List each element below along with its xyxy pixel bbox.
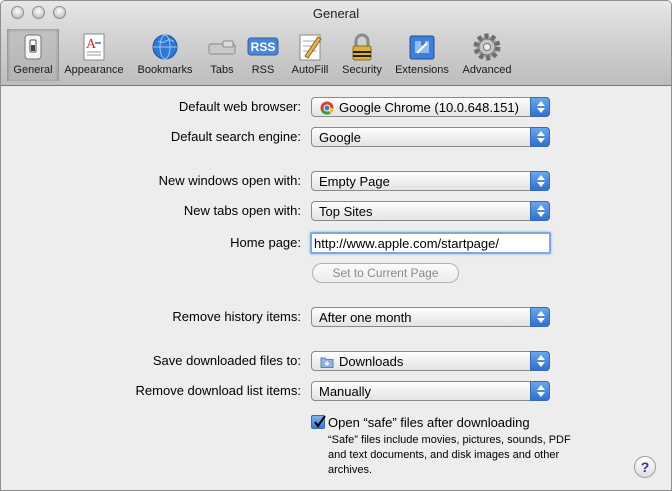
popup-arrows-icon: [530, 127, 550, 147]
toolbar-rss[interactable]: RSS RSS: [245, 29, 281, 81]
toolbar-general-label: General: [13, 64, 53, 76]
toolbar-bookmarks-label: Bookmarks: [137, 64, 193, 76]
home-page-field[interactable]: [310, 232, 551, 254]
toolbar-extensions-label: Extensions: [395, 64, 449, 76]
toolbar-appearance-label: Appearance: [64, 64, 124, 76]
remove-download-list-popup[interactable]: Manually: [311, 381, 550, 401]
save-downloads-popup[interactable]: Downloads: [311, 351, 550, 371]
lock-icon: [352, 33, 372, 61]
puzzle-icon: [409, 35, 435, 60]
search-engine-value: Google: [319, 130, 361, 145]
new-windows-popup[interactable]: Empty Page: [311, 171, 550, 191]
toolbar-advanced[interactable]: Advanced: [457, 29, 517, 81]
font-document-icon: A: [83, 33, 105, 61]
pencil-form-icon: [299, 34, 322, 61]
rss-badge-text: RSS: [251, 40, 276, 54]
new-tabs-label: New tabs open with:: [183, 203, 301, 218]
toolbar-appearance[interactable]: A Appearance: [60, 29, 128, 81]
window-title: General: [312, 6, 360, 21]
set-to-current-page-button[interactable]: Set to Current Page: [312, 263, 459, 283]
home-page-label: Home page:: [230, 235, 301, 250]
globe-icon: [152, 34, 178, 60]
switch-icon: [24, 34, 42, 60]
rss-icon: RSS: [247, 37, 279, 56]
remove-history-label: Remove history items:: [172, 309, 301, 324]
gear-icon: [473, 33, 501, 61]
toolbar-security[interactable]: Security: [338, 29, 386, 81]
remove-download-list-label: Remove download list items:: [135, 383, 301, 398]
default-browser-popup[interactable]: Google Chrome (10.0.648.151): [311, 97, 550, 117]
popup-arrows-icon: [530, 351, 550, 371]
toolbar-bookmarks[interactable]: Bookmarks: [131, 29, 199, 81]
toolbar-general[interactable]: General: [7, 29, 59, 81]
save-downloads-label: Save downloaded files to:: [152, 353, 301, 368]
remove-history-popup[interactable]: After one month: [311, 307, 550, 327]
toolbar-tabs[interactable]: Tabs: [202, 29, 242, 81]
svg-text:A: A: [86, 37, 97, 52]
popup-arrows-icon: [530, 307, 550, 327]
new-tabs-value: Top Sites: [319, 204, 373, 219]
safe-files-note: “Safe” files include movies, pictures, s…: [328, 434, 571, 476]
preferences-window: General General A Appearance Bookmarks T…: [0, 0, 672, 491]
new-windows-value: Empty Page: [319, 174, 390, 189]
tabs-icon: [208, 40, 236, 55]
search-engine-popup[interactable]: Google: [311, 127, 550, 147]
help-button[interactable]: ?: [634, 456, 656, 478]
toolbar-extensions[interactable]: Extensions: [389, 29, 455, 81]
open-safe-files-checkbox[interactable]: [311, 415, 326, 429]
home-page-input[interactable]: [314, 235, 545, 251]
checkmark-icon: [314, 415, 326, 428]
save-downloads-value: Downloads: [339, 354, 404, 369]
default-browser-label: Default web browser:: [178, 99, 301, 114]
toolbar-tabs-label: Tabs: [210, 64, 234, 76]
remove-history-value: After one month: [319, 310, 412, 325]
popup-arrows-icon: [530, 171, 550, 191]
toolbar-rss-label: RSS: [251, 64, 275, 76]
toolbar-autofill-label: AutoFill: [291, 64, 329, 76]
popup-arrows-icon: [530, 381, 550, 401]
popup-arrows-icon: [530, 97, 550, 117]
new-windows-label: New windows open with:: [158, 173, 301, 188]
toolbar-advanced-label: Advanced: [462, 64, 512, 76]
popup-arrows-icon: [530, 201, 550, 221]
toolbar-autofill[interactable]: AutoFill: [285, 29, 335, 81]
toolbar-security-label: Security: [342, 64, 382, 76]
chrome-icon: [320, 101, 334, 115]
search-engine-label: Default search engine:: [170, 129, 301, 144]
folder-icon: [320, 357, 334, 368]
default-browser-value: Google Chrome (10.0.648.151): [339, 100, 519, 115]
open-safe-files-label[interactable]: Open “safe” files after downloading: [328, 415, 530, 430]
general-pane: Default web browser: Google Chrome (10.0…: [1, 86, 671, 490]
new-tabs-popup[interactable]: Top Sites: [311, 201, 550, 221]
remove-download-list-value: Manually: [319, 384, 372, 399]
title-bar: General General A Appearance Bookmarks T…: [1, 1, 671, 86]
